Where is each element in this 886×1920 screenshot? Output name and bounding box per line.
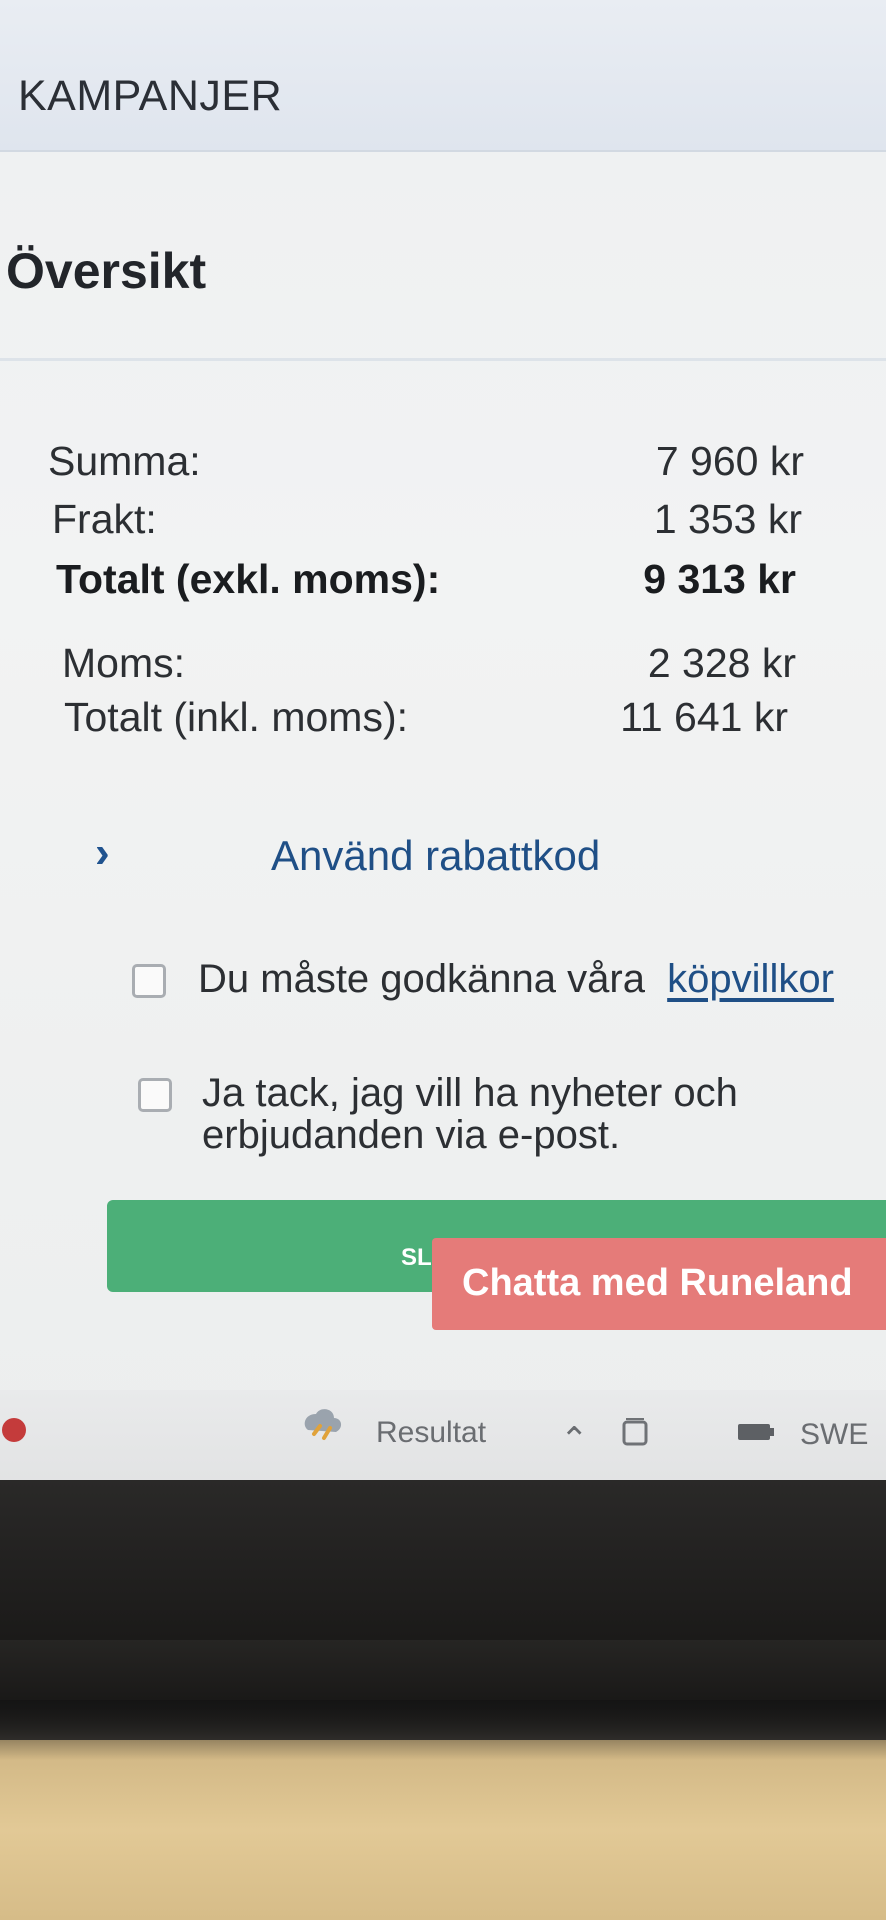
summary-label: Summa: — [48, 438, 201, 484]
newsletter-text: Ja tack, jag vill ha nyheter och erbjuda… — [202, 1072, 738, 1156]
terms-label: Du måste godkänna våra — [198, 957, 645, 1001]
summary-label: Moms: — [62, 640, 185, 686]
terms-text: Du måste godkänna våra köpvillkor — [198, 958, 834, 1000]
terms-link[interactable]: köpvillkor — [667, 957, 834, 1001]
summary-label: Frakt: — [52, 496, 157, 542]
campaign-label[interactable]: KAMPANJER — [18, 72, 282, 121]
terms-row: Du måste godkänna våra köpvillkor — [132, 958, 882, 1008]
discount-code-toggle[interactable]: › Använd rabattkod — [95, 826, 715, 886]
divider — [0, 358, 886, 361]
summary-label: Totalt (inkl. moms): — [64, 694, 408, 740]
weather-label[interactable]: Resultat — [376, 1416, 486, 1450]
summary-value: 1 353 kr — [653, 496, 802, 542]
summary-value: 11 641 kr — [620, 694, 788, 740]
laptop-bezel — [0, 1480, 886, 1660]
tablet-icon[interactable] — [622, 1416, 648, 1446]
desk-shadow — [0, 1700, 886, 1760]
battery-icon[interactable] — [736, 1422, 776, 1442]
newsletter-line-2: erbjudanden via e-post. — [202, 1113, 621, 1157]
summary-value: 7 960 kr — [655, 438, 804, 484]
newsletter-row: Ja tack, jag vill ha nyheter och erbjuda… — [138, 1072, 878, 1162]
campaign-banner[interactable]: KAMPANJER — [0, 0, 886, 152]
browser-screen: KAMPANJER Översikt Summa: 7 960 kr Frakt… — [0, 0, 886, 1480]
checkout-button-label: SL — [401, 1244, 432, 1271]
newsletter-line-1: Ja tack, jag vill ha nyheter och — [202, 1071, 738, 1115]
chat-button[interactable]: Chatta med Runeland — [432, 1238, 886, 1330]
desk-surface — [0, 1740, 886, 1920]
page-title: Översikt — [6, 243, 207, 299]
taskbar: Resultat ⌃ SWE — [0, 1390, 886, 1480]
newsletter-checkbox[interactable] — [138, 1078, 172, 1112]
terms-checkbox[interactable] — [132, 964, 166, 998]
discount-code-label: Använd rabattkod — [271, 832, 601, 879]
summary-label: Totalt (exkl. moms): — [56, 556, 441, 602]
weather-icon[interactable] — [300, 1404, 346, 1444]
chevron-up-icon[interactable]: ⌃ — [560, 1420, 589, 1460]
chevron-right-icon: › — [95, 828, 110, 877]
summary-value: 2 328 kr — [647, 640, 796, 686]
summary-value: 9 313 kr — [643, 556, 796, 602]
notification-icon[interactable] — [2, 1418, 26, 1442]
language-indicator[interactable]: SWE — [800, 1418, 868, 1452]
